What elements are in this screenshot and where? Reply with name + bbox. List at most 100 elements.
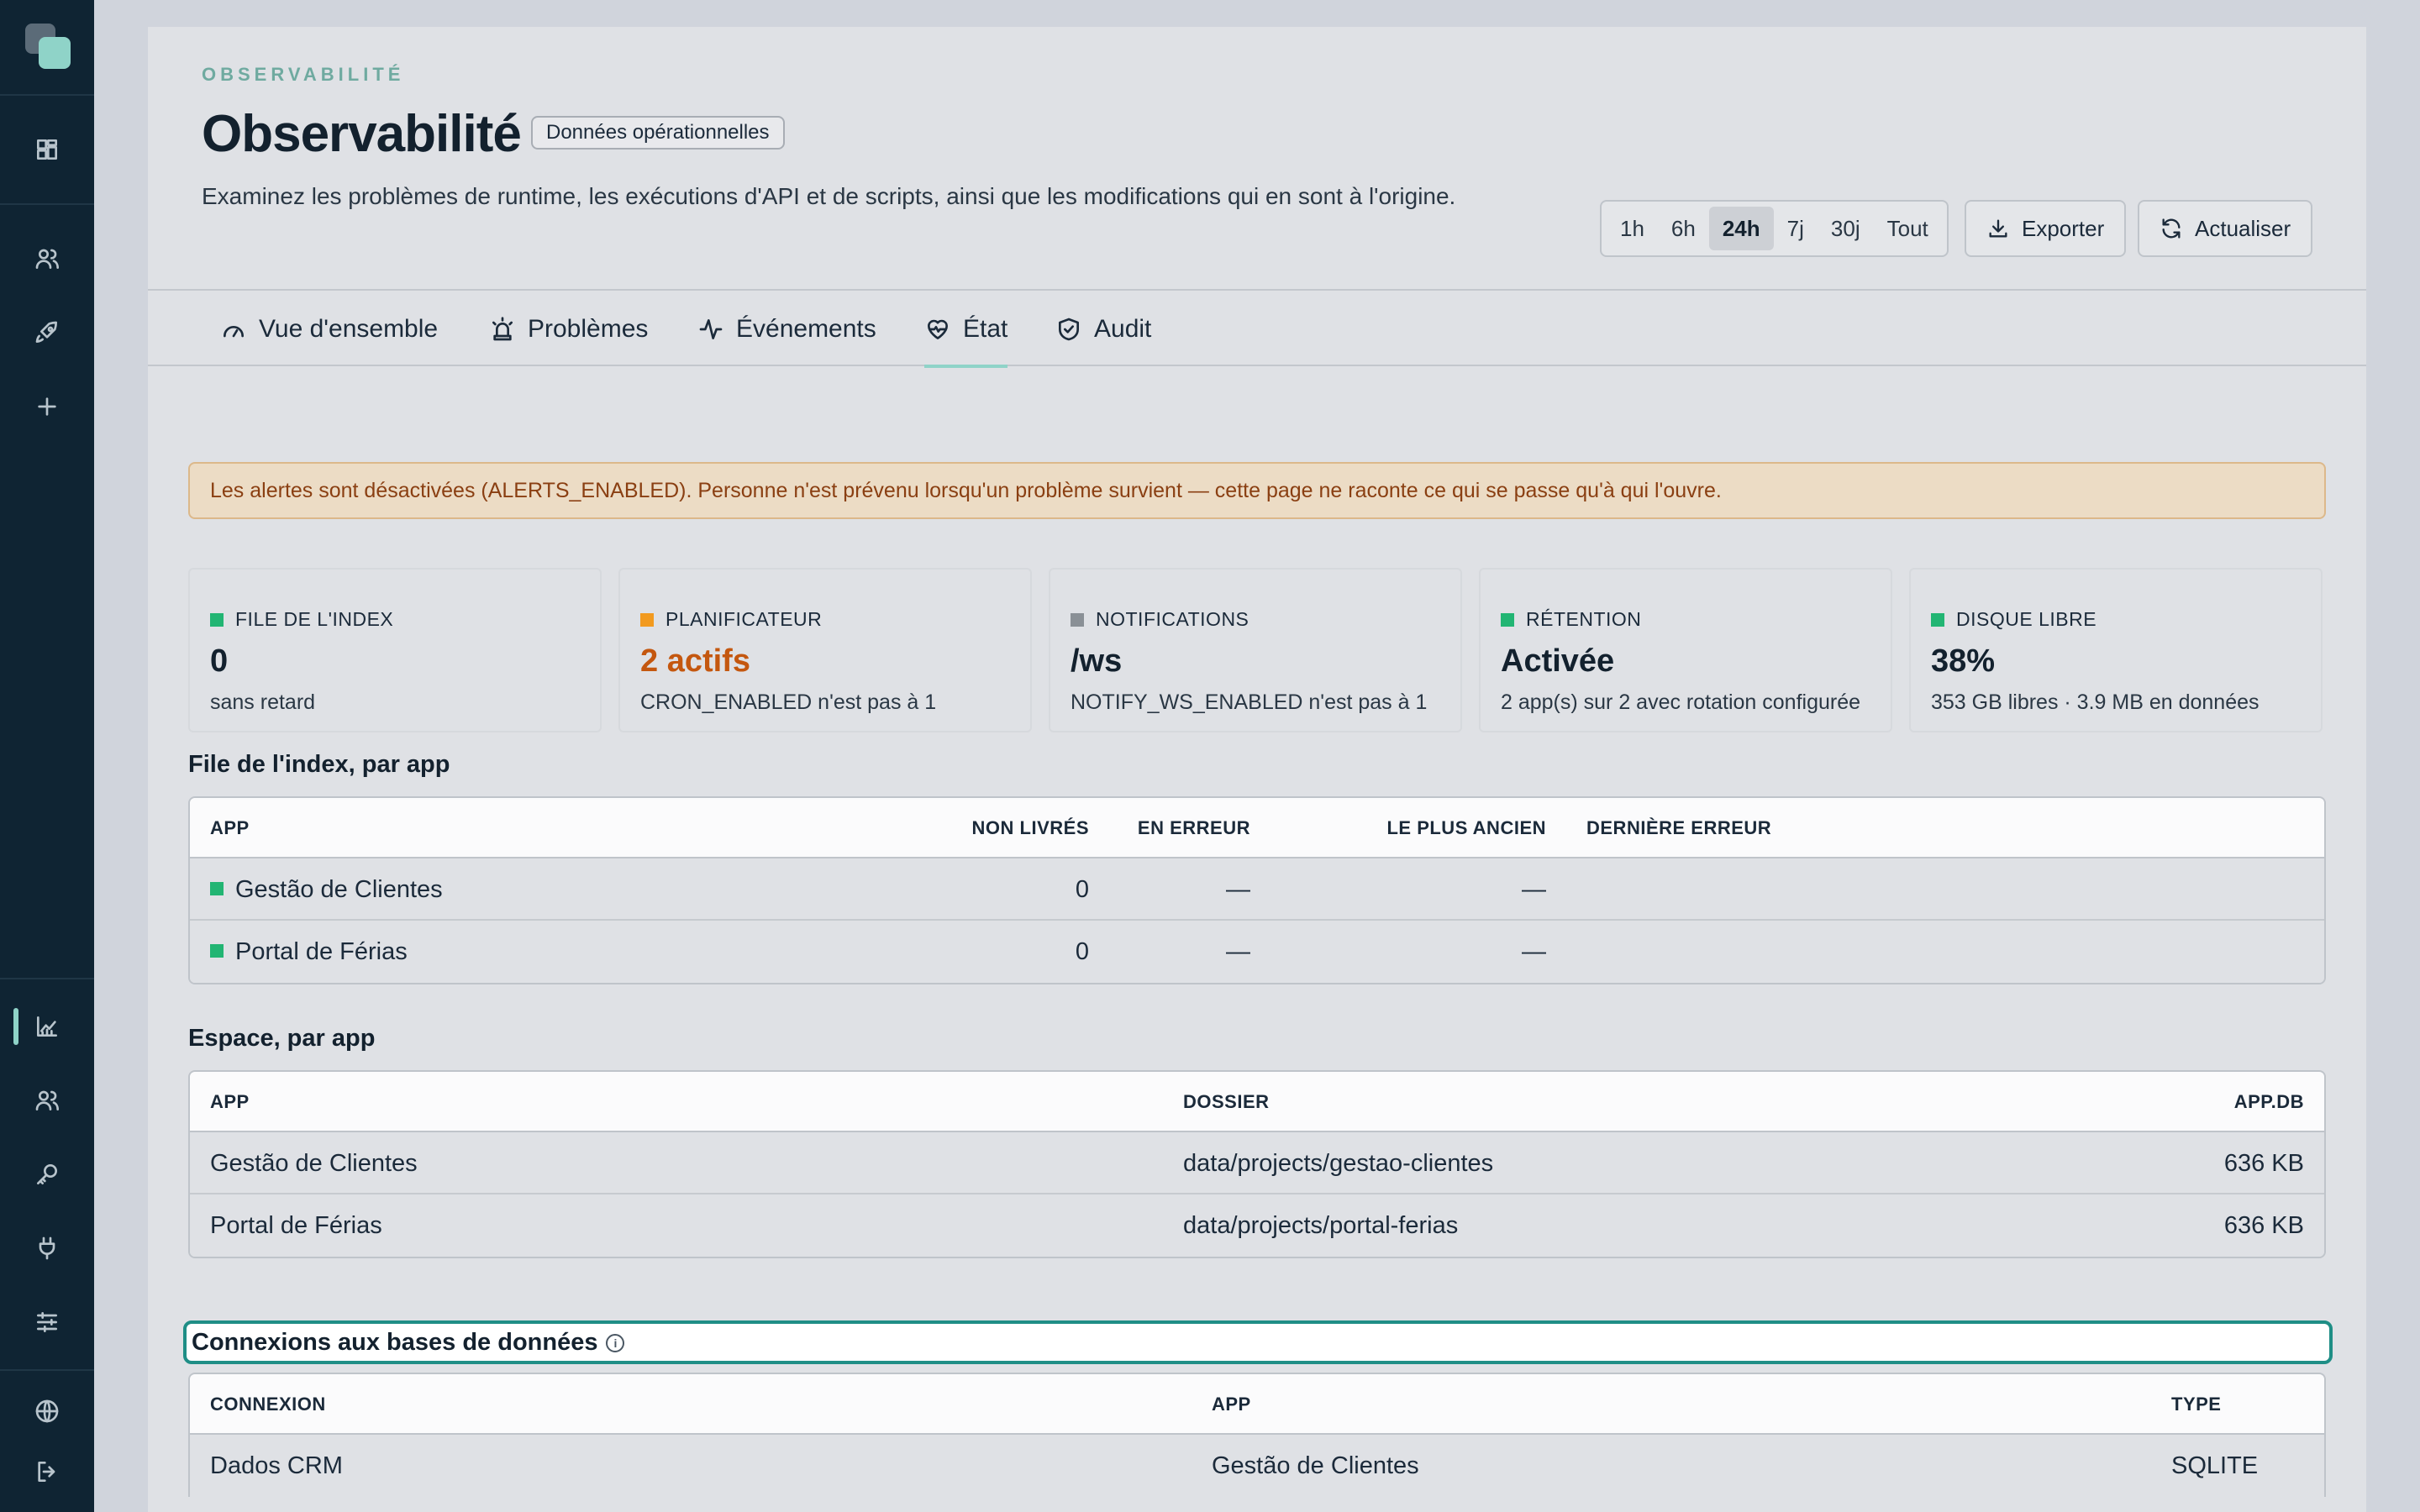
tab-audit[interactable]: Audit [1055, 292, 1151, 366]
table-row[interactable]: Portal de Férias data/projects/portal-fe… [190, 1194, 2324, 1257]
sliders-icon [37, 1312, 57, 1332]
heart-pulse-icon [928, 319, 948, 339]
stat-label: PLANIFICATEUR [640, 608, 822, 631]
page-eyebrow: OBSERVABILITÉ [202, 64, 405, 85]
folder-cell: data/projects/portal-ferias [1183, 1212, 1459, 1239]
app-logo[interactable] [25, 24, 71, 69]
stat-card-scheduler: PLANIFICATEUR 2 actifs CRON_ENABLED n'es… [618, 568, 1032, 732]
status-square-icon [640, 612, 654, 627]
rocket-icon [35, 321, 57, 343]
column-header[interactable]: APP [210, 798, 250, 858]
sidebar-divider [0, 203, 94, 205]
key-icon [37, 1164, 57, 1184]
app-cell: Gestão de Clientes [210, 858, 443, 921]
column-header[interactable]: APP [1212, 1374, 1251, 1435]
column-header[interactable]: LE PLUS ANCIEN [1386, 798, 1546, 858]
stat-label: RÉTENTION [1501, 608, 1641, 631]
tab-events-label: Événements [736, 315, 876, 343]
column-header[interactable]: DERNIÈRE ERREUR [1586, 798, 1771, 858]
sidebar-item-members[interactable] [0, 1070, 94, 1131]
export-button[interactable]: Exporter [1965, 200, 2127, 257]
stat-card-retention: RÉTENTION Activée 2 app(s) sur 2 avec ro… [1479, 568, 1892, 732]
tab-state[interactable]: État [924, 292, 1008, 368]
time-range-selector: 1h 6h 24h 7j 30j Tout [1600, 200, 1949, 257]
type-cell: SQLITE [2171, 1452, 2259, 1479]
sidebar-item-settings[interactable] [0, 1292, 94, 1352]
sidebar-divider [0, 94, 94, 96]
stat-sub: 353 GB libres · 3.9 MB en données [1931, 690, 2260, 714]
tab-events[interactable]: Événements [697, 292, 876, 366]
stat-label-text: NOTIFICATIONS [1096, 608, 1249, 630]
sidebar-item-dashboard[interactable] [0, 119, 94, 180]
column-header[interactable]: TYPE [2171, 1374, 2221, 1435]
table-row[interactable]: Gestão de Clientes data/projects/gestao-… [190, 1132, 2324, 1194]
range-24h[interactable]: 24h [1708, 207, 1774, 250]
size-cell: 636 KB [2223, 1150, 2304, 1177]
page-title: Observabilité [202, 105, 522, 163]
folder-cell: data/projects/gestao-clientes [1183, 1150, 1494, 1177]
sidebar [0, 0, 94, 1512]
stat-label-text: DISQUE LIBRE [1956, 608, 2097, 630]
main-panel: OBSERVABILITÉ Observabilité Données opér… [148, 27, 2366, 1512]
connection-cell: Dados CRM [210, 1452, 343, 1479]
tab-overview[interactable]: Vue d'ensemble [220, 292, 438, 366]
page-header: OBSERVABILITÉ Observabilité Données opér… [148, 27, 2366, 291]
stat-value: /ws [1071, 643, 1123, 679]
table-row[interactable]: Dados CRM Gestão de Clientes SQLITE [190, 1435, 2324, 1497]
range-1h[interactable]: 1h [1607, 207, 1658, 250]
column-header[interactable]: APP.DB [2234, 1072, 2304, 1132]
sidebar-item-add[interactable] [0, 376, 94, 437]
connections-title-text: Connexions aux bases de données [192, 1329, 598, 1356]
stat-sub: sans retard [210, 690, 316, 714]
connections-title[interactable]: Connexions aux bases de données i [183, 1320, 2333, 1364]
status-square-icon [210, 944, 224, 958]
users-icon [35, 1090, 59, 1110]
stat-label-text: RÉTENTION [1526, 608, 1642, 630]
space-title: Espace, par app [188, 1025, 376, 1052]
sidebar-item-language[interactable] [0, 1381, 94, 1441]
stat-card-notifications: NOTIFICATIONS /ws NOTIFY_WS_ENABLED n'es… [1049, 568, 1462, 732]
users-icon [35, 249, 59, 269]
column-header[interactable]: CONNEXION [210, 1374, 326, 1435]
range-6h[interactable]: 6h [1658, 207, 1709, 250]
stat-label: DISQUE LIBRE [1931, 608, 2096, 631]
shield-check-icon [1059, 318, 1079, 341]
sidebar-item-users[interactable] [0, 228, 94, 289]
column-header[interactable]: NON LIVRÉS [972, 798, 1089, 858]
oldest-cell: — [1522, 876, 1546, 903]
app-cell: Gestão de Clientes [1212, 1452, 1419, 1479]
sidebar-item-deploy[interactable] [0, 302, 94, 363]
sidebar-item-logout[interactable] [0, 1441, 94, 1502]
space-table: APP DOSSIER APP.DB Gestão de Clientes da… [188, 1070, 2326, 1258]
table-row[interactable]: Gestão de Clientes 0 — — [190, 858, 2324, 921]
range-all[interactable]: Tout [1874, 207, 1942, 250]
logout-icon [38, 1462, 55, 1482]
stat-label-text: PLANIFICATEUR [666, 608, 823, 630]
stat-label: NOTIFICATIONS [1071, 608, 1249, 631]
stat-value: 38% [1931, 643, 1996, 679]
table-header: CONNEXION APP TYPE [190, 1374, 2324, 1435]
plus-icon [38, 397, 56, 416]
connections-table: CONNEXION APP TYPE Dados CRM Gestão de C… [188, 1373, 2326, 1497]
info-icon[interactable]: i [606, 1334, 625, 1352]
sidebar-item-keys[interactable] [0, 1144, 94, 1205]
sidebar-item-observability[interactable] [0, 996, 94, 1057]
tab-problems[interactable]: Problèmes [489, 292, 648, 366]
stat-value: Activée [1501, 643, 1615, 679]
column-header[interactable]: APP [210, 1072, 250, 1132]
status-square-icon [1931, 612, 1944, 627]
refresh-button[interactable]: Actualiser [2138, 200, 2313, 257]
globe-icon [35, 1399, 59, 1423]
status-square-icon [210, 882, 224, 895]
column-header[interactable]: DOSSIER [1183, 1072, 1270, 1132]
table-header: APP DOSSIER APP.DB [190, 1072, 2324, 1132]
sidebar-item-integrations[interactable] [0, 1218, 94, 1278]
column-header[interactable]: EN ERREUR [1138, 798, 1250, 858]
table-header: APP NON LIVRÉS EN ERREUR LE PLUS ANCIEN … [190, 798, 2324, 858]
range-30j[interactable]: 30j [1818, 207, 1874, 250]
index-queue-table: APP NON LIVRÉS EN ERREUR LE PLUS ANCIEN … [188, 796, 2326, 984]
table-row[interactable]: Portal de Férias 0 — — [190, 921, 2324, 983]
range-7j[interactable]: 7j [1774, 207, 1818, 250]
stat-sub: NOTIFY_WS_ENABLED n'est pas à 1 [1071, 690, 1428, 714]
chart-icon [37, 1016, 57, 1037]
